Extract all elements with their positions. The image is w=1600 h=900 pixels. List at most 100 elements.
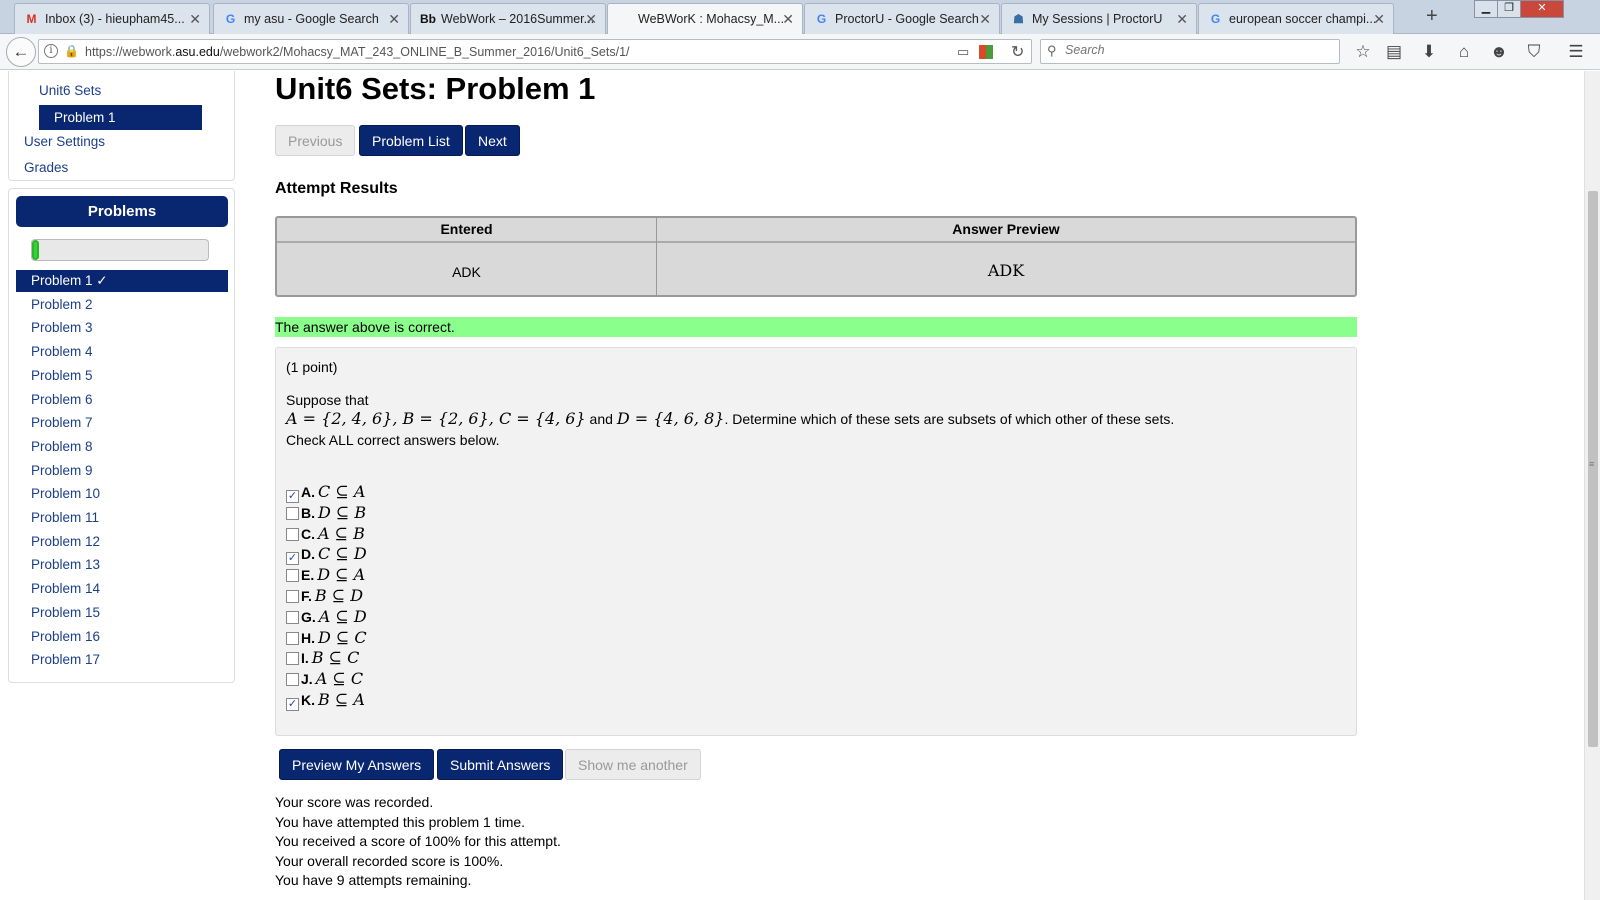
answer-choice[interactable]: I. B ⊆ C — [286, 648, 359, 669]
browser-tab[interactable]: G ProctorU - Google Search ✕ — [804, 3, 1000, 34]
scrollbar-grip-icon: ≡ — [1589, 459, 1595, 469]
google-icon: G — [225, 12, 236, 26]
answer-preview-value: ADK — [987, 261, 1025, 280]
browser-tab-title: my asu - Google Search — [244, 12, 379, 26]
previous-button[interactable]: Previous — [275, 125, 356, 156]
reload-icon[interactable]: ↻ — [1011, 42, 1024, 62]
user-settings-link[interactable]: User Settings — [24, 134, 105, 149]
tab-close-icon[interactable]: ✕ — [782, 11, 794, 28]
answer-choice[interactable]: F. B ⊆ D — [286, 586, 363, 607]
answer-choice[interactable]: E. D ⊆ A — [286, 565, 365, 586]
scrollbar-thumb[interactable] — [1588, 191, 1598, 747]
answer-checkbox[interactable] — [286, 652, 299, 666]
next-button[interactable]: Next — [465, 125, 520, 156]
tab-close-icon[interactable]: ✕ — [1176, 11, 1188, 28]
answer-checkbox[interactable] — [286, 506, 299, 520]
maximize-button[interactable]: ❐ — [1497, 0, 1521, 18]
answer-checkbox[interactable] — [286, 610, 299, 624]
answer-checkbox[interactable] — [286, 673, 299, 687]
answer-choice[interactable]: G. A ⊆ D — [286, 607, 367, 628]
reader-view-icon[interactable]: ▭ — [957, 44, 969, 60]
sidebar-problem-link[interactable]: Problem 8 — [16, 436, 228, 458]
status-line: Your overall recorded score is 100%. — [275, 852, 504, 869]
answer-checkbox[interactable] — [286, 569, 299, 583]
answer-checkbox[interactable]: ✓ — [286, 490, 299, 503]
sidebar-problem-link[interactable]: Problem 10 — [16, 483, 228, 505]
submit-answers-button[interactable]: Submit Answers — [437, 749, 564, 780]
answer-choice[interactable]: ✓ D. C ⊆ D — [286, 544, 367, 566]
lock-icon[interactable]: 🔒 — [64, 44, 79, 58]
browser-tab[interactable]: M Inbox (3) - hieupham45... ✕ — [14, 3, 210, 34]
url-bar[interactable]: i 🔒 https://webwork.asu.edu/webwork2/Moh… — [38, 39, 1032, 64]
info-icon[interactable]: i — [44, 44, 58, 58]
choice-letter: C. — [301, 525, 315, 542]
sidebar-problem-link[interactable]: Problem 5 — [16, 365, 228, 387]
answer-checkbox[interactable]: ✓ — [286, 698, 299, 711]
tab-close-icon[interactable]: ✕ — [388, 11, 400, 28]
answer-choice[interactable]: ✓ A. C ⊆ A — [286, 482, 365, 503]
browser-tab[interactable]: ☗ My Sessions | ProctorU ✕ — [1001, 3, 1197, 34]
back-arrow-icon[interactable]: ← — [6, 37, 36, 67]
attempt-results-table: Entered ADK Answer Preview ADK — [275, 216, 1357, 297]
tab-close-icon[interactable]: ✕ — [585, 11, 597, 28]
download-icon[interactable]: ⬇ — [1418, 42, 1440, 62]
pocket-icon[interactable]: ⛉ — [1523, 42, 1545, 62]
sidebar-problem-link[interactable]: Problem 9 — [16, 460, 228, 482]
browser-tab-title: WebWork – 2016Summer... — [441, 12, 595, 26]
answer-checkbox[interactable] — [286, 631, 299, 645]
problem-list-button[interactable]: Problem List — [359, 125, 463, 156]
browser-tab[interactable]: Geuropean soccer champi... ✕ — [1198, 3, 1394, 34]
sidebar-problem-link[interactable]: Problem 13 — [16, 554, 228, 576]
browser-tab-title: WeBWorK : Mohacsy_M... — [638, 12, 785, 26]
choice-letter: E. — [301, 567, 315, 584]
answer-checkbox[interactable]: ✓ — [286, 552, 299, 566]
browser-tab[interactable]: WeBWorK : Mohacsy_M... ✕ — [607, 3, 803, 35]
chat-icon[interactable]: ☻ — [1488, 42, 1510, 62]
answer-choice[interactable]: H. D ⊆ C — [286, 628, 367, 649]
attempt-results-title: Attempt Results — [275, 180, 398, 197]
answer-choice[interactable]: B. D ⊆ B — [286, 503, 366, 524]
tab-close-icon[interactable]: ✕ — [979, 11, 991, 28]
close-window-button[interactable]: ✕ — [1520, 0, 1564, 18]
grades-link[interactable]: Grades — [24, 160, 68, 175]
bookmark-star-icon[interactable]: ☆ — [1352, 42, 1374, 62]
vertical-scrollbar[interactable]: ≡ — [1584, 71, 1600, 900]
sidebar-problem-link[interactable]: Problem 11 — [16, 507, 228, 529]
sidebar-problem-link[interactable]: Problem 1 ✓ — [16, 270, 228, 292]
sidebar-problem-link[interactable]: Problem 6 — [16, 389, 228, 411]
sidebar-problem-link[interactable]: Problem 4 — [16, 341, 228, 363]
answer-checkbox[interactable] — [286, 590, 299, 603]
url-text[interactable]: https://webwork.asu.edu/webwork2/Mohacsy… — [85, 45, 630, 59]
search-input[interactable] — [1065, 43, 1325, 57]
sidebar-problem-link[interactable]: Problem 17 — [16, 649, 228, 671]
answer-checkbox[interactable] — [286, 527, 299, 541]
status-line: Your score was recorded. — [275, 794, 434, 810]
set-b: B = {2, 6}, — [402, 409, 499, 428]
answer-choice[interactable]: J. A ⊆ C — [286, 669, 363, 690]
breadcrumb-current-problem[interactable]: Problem 1 — [39, 105, 202, 130]
new-tab-button[interactable]: + — [1426, 5, 1438, 28]
breadcrumb-unit-sets[interactable]: Unit6 Sets — [39, 83, 101, 98]
sidebar-problem-link[interactable]: Problem 16 — [16, 626, 228, 648]
search-bar[interactable]: ⚲ — [1040, 39, 1340, 64]
sidebar-problem-link[interactable]: Problem 2 — [16, 294, 228, 316]
sidebar-problem-link[interactable]: Problem 7 — [16, 412, 228, 434]
sidebar-problem-link[interactable]: Problem 3 — [16, 317, 228, 339]
show-another-button[interactable]: Show me another — [565, 749, 701, 780]
answer-choice[interactable]: ✓ K. B ⊆ A — [286, 690, 365, 711]
choice-expression: A ⊆ D — [318, 606, 367, 626]
answer-choice[interactable]: C. A ⊆ B — [286, 524, 365, 545]
tab-close-icon[interactable]: ✕ — [189, 11, 201, 28]
menu-icon[interactable]: ☰ — [1565, 42, 1587, 62]
extension-icon[interactable] — [979, 45, 993, 59]
sidebar-problem-link[interactable]: Problem 15 — [16, 602, 228, 624]
minimize-button[interactable]: ▁ — [1474, 0, 1498, 18]
home-icon[interactable]: ⌂ — [1453, 42, 1475, 62]
sidebar-problem-link[interactable]: Problem 12 — [16, 531, 228, 553]
browser-tab[interactable]: Gmy asu - Google Search ✕ — [213, 3, 409, 34]
tab-close-icon[interactable]: ✕ — [1373, 11, 1385, 28]
preview-answers-button[interactable]: Preview My Answers — [279, 749, 435, 780]
sidebar-problem-link[interactable]: Problem 14 — [16, 578, 228, 600]
browser-tab[interactable]: Bb WebWork – 2016Summer... ✕ — [410, 3, 606, 34]
library-icon[interactable]: ▤ — [1383, 42, 1405, 62]
